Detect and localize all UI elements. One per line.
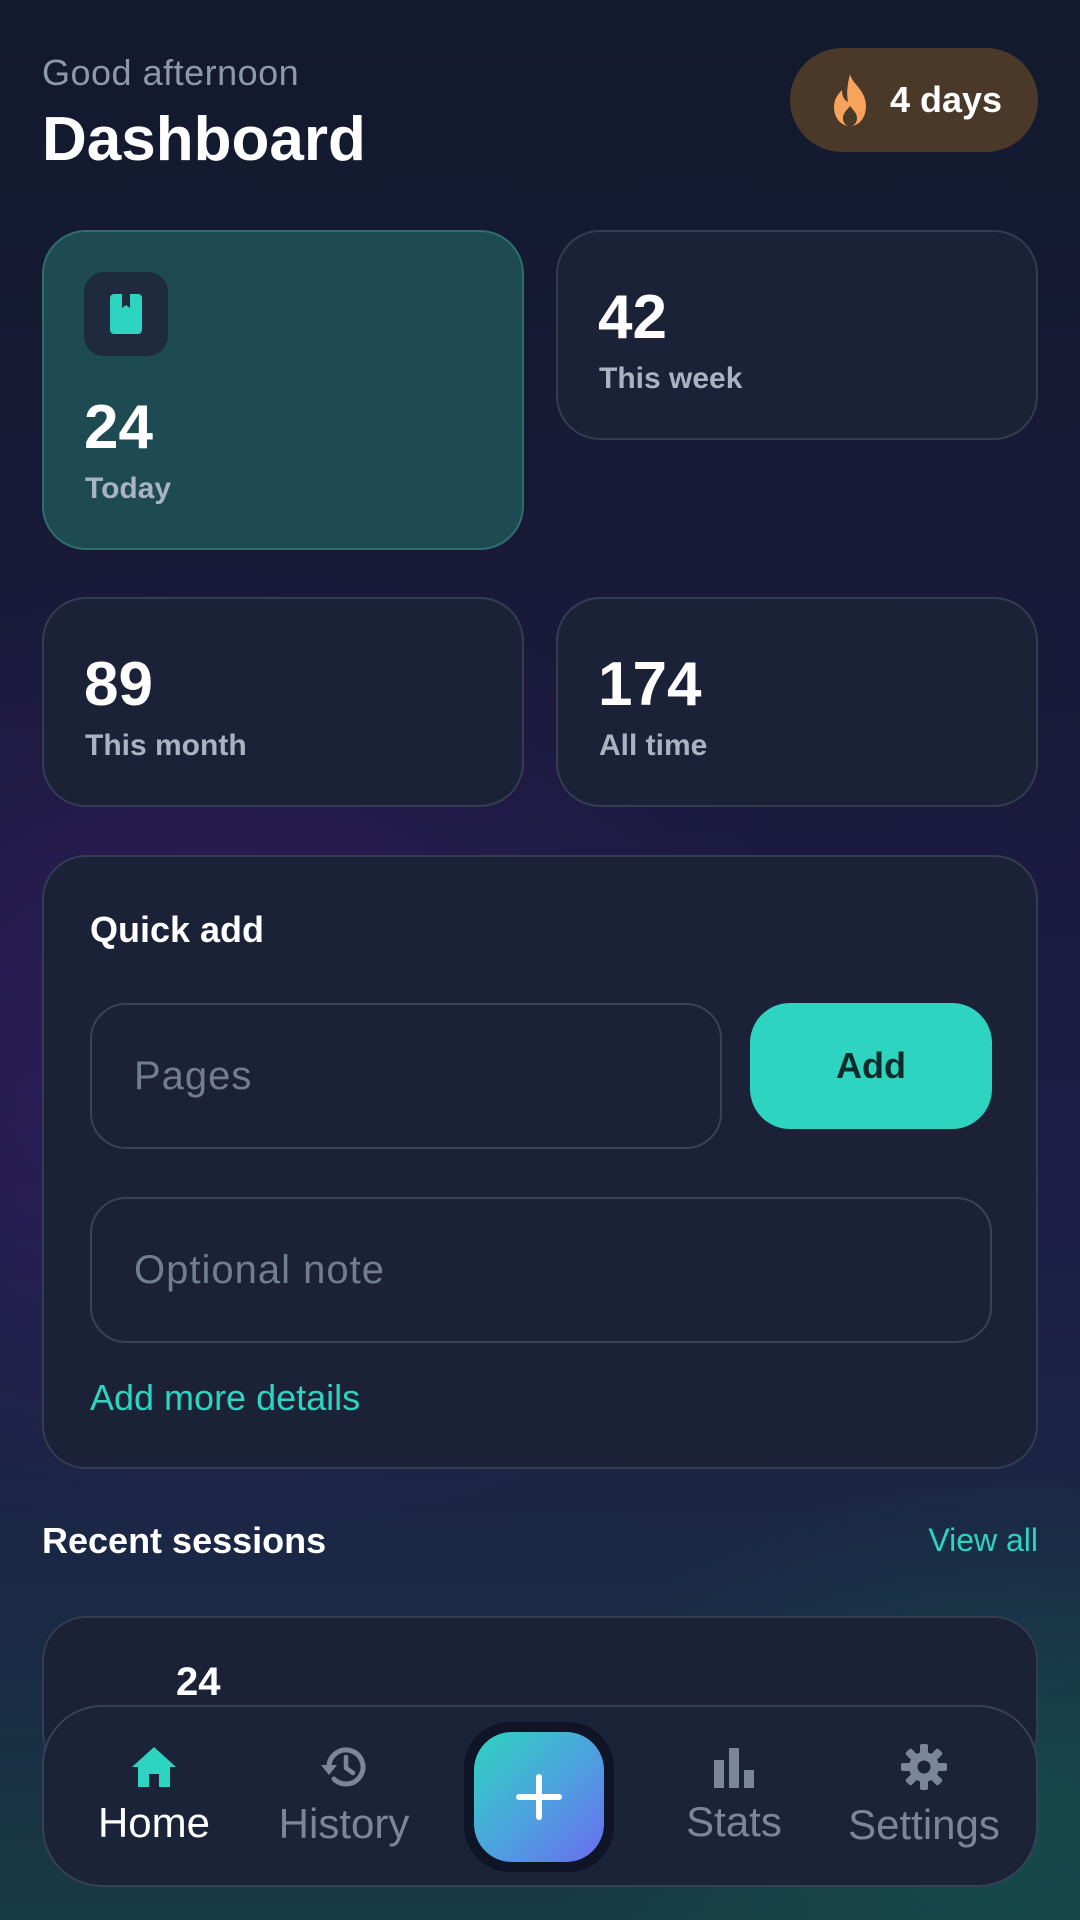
fire-icon bbox=[826, 72, 874, 128]
stat-card-week[interactable]: 42 This week bbox=[556, 230, 1038, 440]
home-icon bbox=[130, 1745, 178, 1789]
streak-label: 4 days bbox=[889, 79, 1003, 120]
nav-label: History bbox=[278, 1800, 410, 1847]
note-input[interactable] bbox=[90, 1197, 992, 1343]
stat-label: This week bbox=[599, 362, 743, 395]
bottom-nav: Home History Stats Settings bbox=[42, 1705, 1038, 1887]
quick-add-card: Quick add Add Add more details bbox=[42, 855, 1038, 1469]
stat-label: All time bbox=[599, 729, 708, 762]
recent-sessions-title: Recent sessions bbox=[42, 1520, 327, 1561]
book-icon bbox=[84, 272, 168, 356]
stat-label: This month bbox=[85, 729, 247, 762]
bar-chart-icon bbox=[712, 1746, 756, 1788]
streak-badge[interactable]: 4 days bbox=[790, 48, 1038, 152]
stat-value: 174 bbox=[598, 650, 702, 719]
nav-label: Home bbox=[97, 1799, 211, 1846]
stat-value: 89 bbox=[84, 650, 153, 719]
header: Good afternoon Dashboard 4 days bbox=[42, 48, 1038, 182]
quick-add-title: Quick add bbox=[90, 909, 265, 950]
stat-value: 24 bbox=[84, 393, 153, 462]
nav-label: Settings bbox=[848, 1801, 1000, 1848]
nav-label: Stats bbox=[686, 1798, 782, 1845]
nav-item-history[interactable]: History bbox=[264, 1707, 424, 1885]
history-icon bbox=[319, 1744, 369, 1790]
add-session-button[interactable] bbox=[464, 1722, 614, 1872]
pages-input[interactable] bbox=[90, 1003, 722, 1149]
nav-item-settings[interactable]: Settings bbox=[824, 1707, 1024, 1885]
add-button[interactable]: Add bbox=[750, 1003, 992, 1129]
page-title: Dashboard bbox=[42, 105, 366, 174]
stat-card-today[interactable]: 24 Today bbox=[42, 230, 524, 550]
add-more-details-link[interactable]: Add more details bbox=[90, 1377, 360, 1419]
session-pages: 24 bbox=[176, 1660, 221, 1704]
stat-card-month[interactable]: 89 This month bbox=[42, 597, 524, 807]
gear-icon bbox=[900, 1743, 948, 1791]
plus-icon bbox=[474, 1732, 604, 1862]
nav-item-home[interactable]: Home bbox=[74, 1707, 234, 1885]
stat-label: Today bbox=[85, 472, 172, 505]
stat-value: 42 bbox=[598, 283, 667, 352]
stat-card-all-time[interactable]: 174 All time bbox=[556, 597, 1038, 807]
view-all-link[interactable]: View all bbox=[928, 1522, 1038, 1559]
nav-item-stats[interactable]: Stats bbox=[654, 1707, 814, 1885]
